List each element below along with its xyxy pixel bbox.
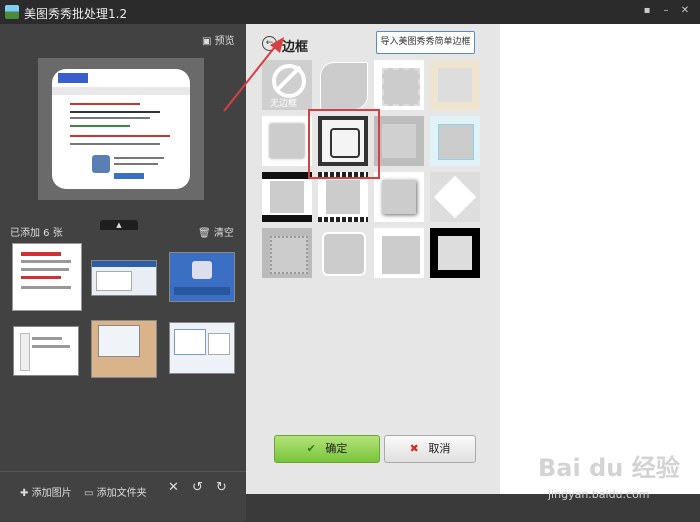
thumbnail-item[interactable] — [169, 252, 235, 302]
selection-highlight — [308, 109, 380, 179]
thumbnail-item[interactable] — [91, 320, 157, 378]
menu-icon[interactable]: ▪ — [640, 4, 654, 18]
added-count-label: 已添加 6 张 — [10, 228, 63, 239]
minimize-button[interactable]: – — [659, 4, 673, 18]
folder-icon: ▭ — [84, 488, 94, 499]
collapse-toggle[interactable]: ▲ — [100, 220, 138, 230]
frame-option[interactable] — [430, 116, 480, 166]
ok-button[interactable]: ✔ 确定 — [274, 435, 380, 463]
import-frames-button[interactable]: 导入美图秀秀简单边框 — [376, 31, 475, 54]
frame-option[interactable] — [374, 228, 424, 278]
no-frame-label: 无边框 — [270, 99, 298, 109]
baidu-watermark-url: jingyan.baidu.com — [548, 488, 650, 501]
check-icon: ✔ — [306, 442, 316, 455]
frame-dialog: ← 边框 导入美图秀秀简单边框 无边框 ✔ 确定 ✖ 取消 — [246, 24, 500, 494]
rotate-right-icon[interactable]: ↻ — [216, 480, 227, 495]
remove-icon[interactable]: ✕ — [168, 480, 179, 495]
app-icon — [5, 5, 19, 19]
close-button[interactable]: ✕ — [678, 4, 692, 18]
window-title: 美图秀秀批处理1.2 — [24, 7, 128, 21]
frame-option[interactable] — [318, 172, 368, 222]
frame-option[interactable] — [374, 60, 424, 110]
frame-option[interactable] — [318, 228, 368, 278]
close-icon: ✖ — [409, 442, 419, 455]
frame-option[interactable] — [430, 60, 480, 110]
frame-option[interactable] — [430, 172, 480, 222]
thumbnail-grid — [0, 242, 246, 472]
right-panel — [500, 24, 700, 494]
dialog-title: 边框 — [282, 40, 309, 55]
frame-option[interactable] — [318, 60, 368, 110]
clear-button[interactable]: 🗑 清空 — [198, 224, 234, 239]
left-bottom-toolbar: ✚ 添加图片 ▭ 添加文件夹 ✕ ↺ ↻ — [0, 471, 246, 522]
preview-area — [38, 58, 204, 200]
frame-option[interactable] — [374, 116, 424, 166]
thumbnail-item[interactable] — [91, 260, 157, 296]
rotate-left-icon[interactable]: ↺ — [192, 480, 203, 495]
frame-option[interactable] — [262, 172, 312, 222]
preview-button[interactable]: ▣ 预览 — [202, 32, 235, 47]
add-folder-button[interactable]: ▭ 添加文件夹 — [84, 484, 147, 499]
frame-option[interactable] — [374, 172, 424, 222]
title-bar: 美图秀秀批处理1.2 ▪ – ✕ — [0, 0, 700, 24]
left-panel: ▣ 预览 ▲ 已添加 6 张 🗑 清空 ✚ 添加图片 ▭ 添加文件夹 ✕ ↺ ↻ — [0, 24, 246, 521]
cancel-button[interactable]: ✖ 取消 — [384, 435, 476, 463]
plus-icon: ✚ — [20, 488, 29, 499]
thumbnail-item[interactable] — [169, 322, 235, 374]
preview-icon: ▣ — [202, 36, 212, 47]
thumbnail-item[interactable] — [13, 326, 79, 376]
preview-image — [52, 69, 190, 189]
add-image-button[interactable]: ✚ 添加图片 — [20, 484, 72, 499]
baidu-watermark-logo: Bai du 经验 — [538, 454, 680, 482]
trash-icon: 🗑 — [198, 228, 211, 239]
thumbnail-item[interactable] — [12, 243, 82, 311]
frame-option[interactable] — [262, 228, 312, 278]
frame-option-none[interactable]: 无边框 — [262, 60, 312, 110]
back-arrow-icon[interactable]: ← — [262, 36, 277, 51]
frame-option[interactable] — [430, 228, 480, 278]
frame-option[interactable] — [262, 116, 312, 166]
